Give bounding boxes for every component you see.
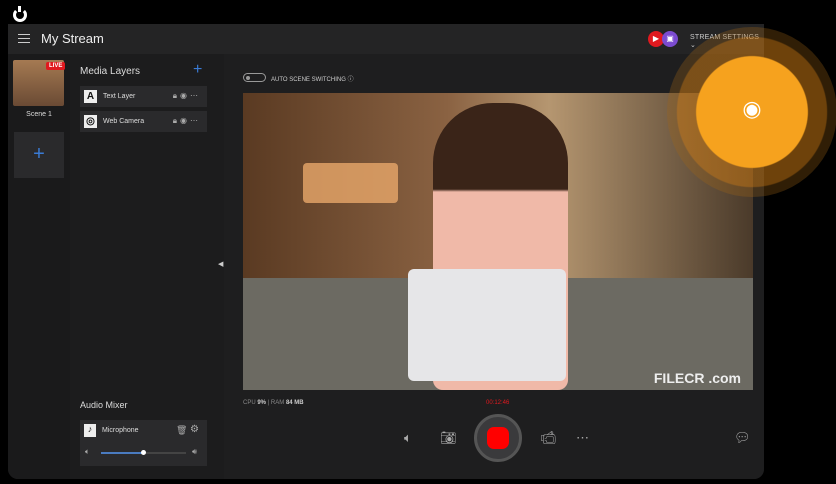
audio-mixer-title: Audio Mixer: [80, 400, 128, 410]
layer-tools[interactable]: 🔒︎◉⋯: [173, 116, 201, 126]
auto-scene-label: AUTO SCENE SWITCHING ⓘ: [271, 74, 354, 83]
chat-icon[interactable]: 💬︎: [734, 430, 751, 446]
scenes-panel: LIVE Scene 1 +: [8, 54, 70, 479]
stream-title: My Stream: [41, 31, 104, 46]
app-logo-icon: [13, 6, 27, 22]
layer-item[interactable]: A Text Layer 🔒︎◉⋯: [80, 86, 207, 107]
cpu-value: 9%: [257, 400, 267, 406]
recording-timer: 00:12:46: [486, 400, 510, 406]
audio-toggle-icon[interactable]: 🔈︎: [404, 430, 412, 446]
top-bar: My Stream ▶ ▣ STREAM SETTINGS ⌄: [8, 24, 764, 54]
gear-icon[interactable]: ⚙: [190, 424, 199, 435]
text-layer-icon: A: [84, 90, 97, 103]
media-layers-title: Media Layers: [80, 66, 141, 77]
app-window: My Stream ▶ ▣ STREAM SETTINGS ⌄ LIVE Sce…: [8, 24, 764, 479]
layer-label: Text Layer: [103, 93, 136, 100]
volume-low-icon: 🔈︎: [85, 447, 90, 456]
collapse-panel-icon[interactable]: ◀: [218, 260, 223, 268]
delete-icon[interactable]: 🗑︎: [176, 425, 187, 436]
webcam-layer-icon: ◎: [84, 115, 97, 128]
volume-handle[interactable]: [141, 450, 146, 455]
add-layer-button[interactable]: +: [193, 61, 202, 79]
record-button[interactable]: [474, 414, 522, 462]
twitch-icon[interactable]: ▣: [662, 31, 678, 47]
microphone-icon: ♪: [84, 424, 96, 437]
audio-source-item: ♪ Microphone 🗑︎ ⚙ 🔈︎ 🔊︎: [80, 420, 207, 466]
auto-scene-toggle[interactable]: [243, 73, 266, 82]
volume-high-icon: 🔊︎: [192, 447, 198, 456]
system-stats: CPU 9% | RAM 84 MB: [243, 400, 304, 406]
scene-label: Scene 1: [26, 111, 52, 118]
add-scene-button[interactable]: +: [14, 132, 64, 178]
laptop-shape: [408, 269, 566, 381]
volume-slider[interactable]: [101, 450, 186, 455]
live-badge: LIVE: [46, 62, 66, 70]
info-icon[interactable]: ⓘ: [348, 77, 354, 83]
media-layers-panel: Media Layers + A Text Layer 🔒︎◉⋯ ◎ Web C…: [70, 54, 224, 479]
camera-snapshot-icon[interactable]: 📷︎: [440, 430, 457, 446]
more-options-icon[interactable]: ⋯: [576, 430, 589, 446]
cpu-label: CPU: [243, 400, 256, 406]
hamburger-menu-icon[interactable]: [18, 34, 30, 43]
auto-scene-text: AUTO SCENE SWITCHING: [271, 77, 346, 83]
webcam-icon[interactable]: ◉: [738, 96, 766, 126]
scene-thumbnail[interactable]: LIVE: [13, 60, 66, 106]
audio-source-label: Microphone: [102, 427, 139, 434]
ram-label: RAM: [270, 400, 285, 406]
lamp-shape: [303, 163, 398, 203]
ram-value: 84 MB: [285, 400, 304, 406]
watermark: FILECR .com: [653, 370, 741, 386]
video-camera-icon[interactable]: 📹︎: [540, 430, 557, 446]
layer-label: Web Camera: [103, 118, 145, 125]
layer-tools[interactable]: 🔒︎◉⋯: [173, 91, 201, 101]
layer-item[interactable]: ◎ Web Camera 🔒︎◉⋯: [80, 111, 207, 132]
